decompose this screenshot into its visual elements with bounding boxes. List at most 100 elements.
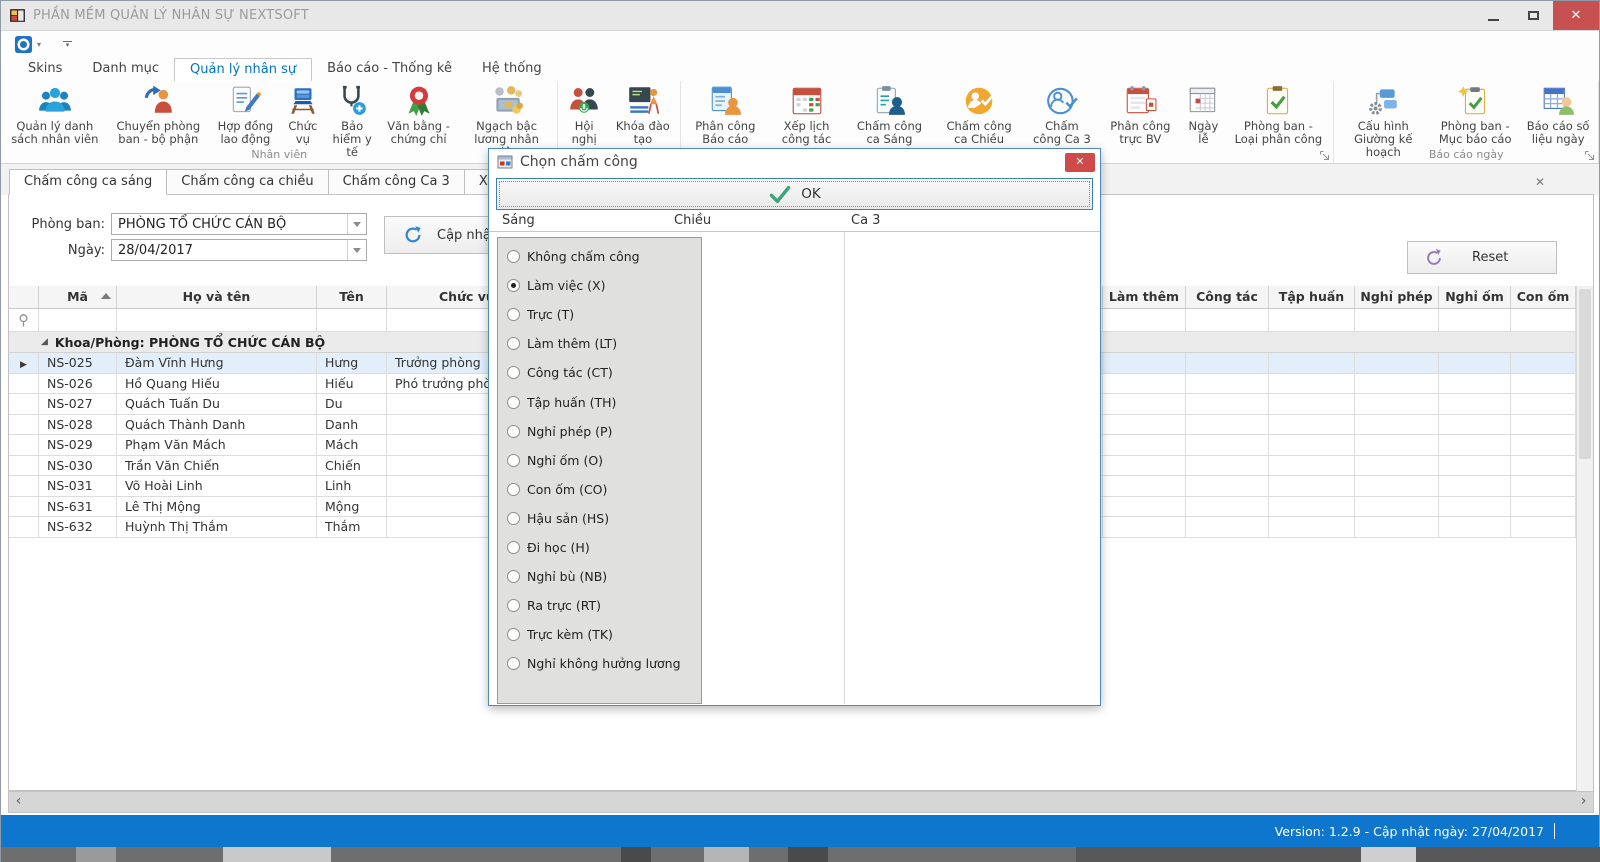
doc-tab-1[interactable]: Chấm công ca sáng <box>9 169 167 195</box>
ribbon-button[interactable]: Chuyển phòng ban - bộ phận <box>107 82 210 146</box>
filter-row-pin-icon[interactable] <box>9 309 39 332</box>
table-cell[interactable] <box>1355 415 1439 436</box>
table-cell[interactable]: NS-028 <box>39 415 117 436</box>
phong-ban-combo[interactable]: PHÒNG TỔ CHỨC CÁN BỘ <box>111 213 367 235</box>
ribbon-button[interactable]: Báo cáo số liệu ngày <box>1520 82 1596 146</box>
table-cell[interactable]: Huỳnh Thị Thắm <box>117 517 317 538</box>
group-expand-icon[interactable]: ◢ <box>41 337 48 347</box>
radio-icon[interactable] <box>507 366 520 379</box>
group-dialog-launcher-icon[interactable] <box>1319 150 1330 161</box>
filter-cell[interactable] <box>1186 309 1269 332</box>
ribbon-tab-3[interactable]: Quản lý nhân sự <box>174 58 312 81</box>
table-cell[interactable]: Du <box>317 394 387 415</box>
filter-cell[interactable] <box>1511 309 1576 332</box>
table-cell[interactable] <box>1439 374 1511 395</box>
radio-icon[interactable] <box>507 396 520 409</box>
grid-column-header[interactable]: Làm thêm <box>1103 286 1186 309</box>
ribbon-button[interactable]: Chấm công ca Chiều <box>934 82 1025 146</box>
filter-cell[interactable] <box>317 309 387 332</box>
group-dialog-launcher-icon[interactable] <box>1584 150 1595 161</box>
table-cell[interactable] <box>1103 374 1186 395</box>
table-cell[interactable] <box>1269 394 1355 415</box>
filter-cell[interactable] <box>117 309 317 332</box>
table-cell[interactable] <box>1439 497 1511 518</box>
radio-option[interactable]: Nghỉ ốm (O) <box>507 446 701 475</box>
table-cell[interactable] <box>1269 517 1355 538</box>
radio-option[interactable]: Hậu sản (HS) <box>507 504 701 533</box>
table-cell[interactable] <box>1511 517 1576 538</box>
table-cell[interactable] <box>1186 374 1269 395</box>
radio-option[interactable]: Nghỉ không hưởng lương <box>507 649 701 678</box>
table-cell[interactable]: Linh <box>317 476 387 497</box>
grid-column-header[interactable]: Tập huấn <box>1269 286 1355 309</box>
reset-button[interactable]: Reset <box>1407 241 1557 274</box>
table-cell[interactable] <box>1103 394 1186 415</box>
table-cell[interactable] <box>1439 353 1511 374</box>
table-cell[interactable] <box>1511 456 1576 477</box>
office-menu-caret-icon[interactable]: ▾ <box>37 40 41 49</box>
scroll-left-icon[interactable]: ‹ <box>9 792 28 812</box>
radio-icon[interactable] <box>507 425 520 438</box>
radio-option[interactable]: Công tác (CT) <box>507 358 701 387</box>
row-indicator[interactable] <box>9 394 39 415</box>
table-cell[interactable]: Mộng <box>317 497 387 518</box>
ribbon-button[interactable]: Văn bằng - chứng chỉ <box>380 82 458 146</box>
table-cell[interactable] <box>1439 476 1511 497</box>
table-cell[interactable]: Thắm <box>317 517 387 538</box>
grid-column-header[interactable]: Tên <box>317 286 387 309</box>
scroll-right-icon[interactable]: › <box>1574 792 1593 812</box>
table-cell[interactable] <box>1186 497 1269 518</box>
ribbon-tab-2[interactable]: Danh mục <box>77 58 174 81</box>
filter-cell[interactable] <box>1355 309 1439 332</box>
table-cell[interactable] <box>1103 517 1186 538</box>
table-cell[interactable]: Lê Thị Mộng <box>117 497 317 518</box>
radio-icon[interactable] <box>507 541 520 554</box>
table-cell[interactable] <box>1511 394 1576 415</box>
radio-option[interactable]: Làm thêm (LT) <box>507 329 701 358</box>
grid-column-header[interactable]: Con ốm <box>1511 286 1576 309</box>
table-cell[interactable] <box>1511 415 1576 436</box>
table-cell[interactable]: NS-631 <box>39 497 117 518</box>
radio-option[interactable]: Không chấm công <box>507 242 701 271</box>
filter-cell[interactable] <box>39 309 117 332</box>
phong-ban-dropdown-icon[interactable] <box>347 214 366 234</box>
radio-icon[interactable] <box>507 628 520 641</box>
close-button[interactable]: ✕ <box>1553 1 1599 30</box>
ribbon-button[interactable]: Phòng ban - Loại phân công <box>1225 82 1331 146</box>
table-cell[interactable] <box>1269 353 1355 374</box>
table-cell[interactable]: NS-027 <box>39 394 117 415</box>
radio-icon[interactable] <box>507 483 520 496</box>
maximize-button[interactable] <box>1513 1 1553 30</box>
table-cell[interactable]: NS-025 <box>39 353 117 374</box>
table-cell[interactable]: NS-031 <box>39 476 117 497</box>
ribbon-button[interactable]: Phòng ban - Mục báo cáo <box>1430 82 1520 146</box>
table-cell[interactable] <box>1186 394 1269 415</box>
radio-option[interactable]: Nghỉ phép (P) <box>507 417 701 446</box>
doc-tab-2[interactable]: Chấm công ca chiều <box>167 169 328 195</box>
table-cell[interactable] <box>1439 517 1511 538</box>
doc-tab-3[interactable]: Chấm công Ca 3 <box>329 169 465 195</box>
table-cell[interactable] <box>1511 476 1576 497</box>
table-cell[interactable] <box>1439 394 1511 415</box>
grid-column-header[interactable]: Nghỉ phép <box>1355 286 1439 309</box>
dialog-close-button[interactable]: ✕ <box>1065 153 1095 172</box>
minimize-button[interactable] <box>1473 1 1513 30</box>
grid-vertical-scrollbar[interactable] <box>1576 286 1593 791</box>
row-indicator[interactable]: ▶ <box>9 353 39 374</box>
grid-column-header[interactable]: Công tác <box>1186 286 1269 309</box>
radio-option[interactable]: Tập huấn (TH) <box>507 387 701 416</box>
table-cell[interactable] <box>1511 497 1576 518</box>
table-cell[interactable] <box>1103 476 1186 497</box>
grid-column-header[interactable]: Nghỉ ốm <box>1439 286 1511 309</box>
radio-option[interactable]: Đi học (H) <box>507 533 701 562</box>
radio-icon[interactable] <box>507 279 520 292</box>
table-cell[interactable] <box>1355 456 1439 477</box>
table-cell[interactable]: Danh <box>317 415 387 436</box>
ngay-dropdown-icon[interactable] <box>347 240 366 260</box>
table-cell[interactable] <box>1269 476 1355 497</box>
radio-icon[interactable] <box>507 657 520 670</box>
table-cell[interactable]: Hiếu <box>317 374 387 395</box>
table-cell[interactable]: NS-029 <box>39 435 117 456</box>
table-cell[interactable] <box>1355 517 1439 538</box>
radio-option[interactable]: Ra trực (RT) <box>507 591 701 620</box>
